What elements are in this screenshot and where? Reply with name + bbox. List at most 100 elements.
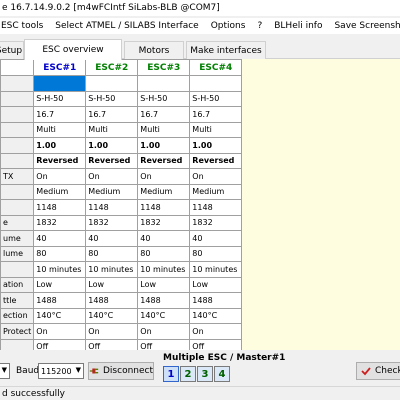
esc2-cell[interactable]: On [85, 168, 139, 185]
row-label: ume [0, 230, 35, 247]
esc2-cell[interactable]: Medium [85, 183, 139, 200]
esc1-cell[interactable]: Multi [33, 121, 87, 138]
esc1-cell[interactable]: On [33, 168, 87, 185]
esc3-cell[interactable]: Reversed [137, 152, 191, 169]
esc3-cell[interactable]: 140°C [137, 307, 191, 324]
esc2-cell[interactable]: On [85, 323, 139, 340]
esc4-cell[interactable]: 1.00 [189, 137, 243, 154]
esc2-cell[interactable]: Low [85, 276, 139, 293]
esc3-cell[interactable]: 1.00 [137, 137, 191, 154]
esc1-cell[interactable]: 1148 [33, 199, 87, 216]
tab-esc-overview[interactable]: ESC overview [24, 39, 122, 60]
menu-save-screenshot[interactable]: Save Screenshot [328, 21, 400, 31]
esc3-cell[interactable]: 40 [137, 230, 191, 247]
row-label: e [0, 214, 35, 231]
esc3-cell[interactable]: 80 [137, 245, 191, 262]
esc2-cell[interactable]: 1.00 [85, 137, 139, 154]
esc1-cell[interactable]: 40 [33, 230, 87, 247]
menu-options[interactable]: Options [205, 21, 252, 31]
esc4-cell[interactable]: 16.7 [189, 106, 243, 123]
esc4-cell[interactable]: On [189, 323, 243, 340]
esc4-cell[interactable]: 10 minutes [189, 261, 243, 278]
chevron-down-icon: ▼ [75, 366, 81, 374]
esc1-cell[interactable]: Medium [33, 183, 87, 200]
esc2-cell[interactable]: 1832 [85, 214, 139, 231]
esc3-cell[interactable]: On [137, 168, 191, 185]
esc3-cell[interactable]: 1148 [137, 199, 191, 216]
esc4-cell[interactable]: 140°C [189, 307, 243, 324]
esc3-cell[interactable]: 1488 [137, 292, 191, 309]
esc2-cell[interactable]: 1148 [85, 199, 139, 216]
esc-select-button-3[interactable]: 3 [197, 366, 213, 382]
esc1-cell[interactable]: Low [33, 276, 87, 293]
row-label: TX [0, 168, 35, 185]
esc4-cell[interactable]: On [189, 168, 243, 185]
port-combo[interactable]: ▼ [0, 363, 10, 379]
esc2-cell[interactable]: S-H-50 [85, 90, 139, 107]
menu-select-interface[interactable]: Select ATMEL / SILABS Interface [49, 21, 204, 31]
row-label [0, 199, 35, 216]
esc3-header-label: ESC#3 [147, 62, 181, 73]
esc1-cell[interactable]: Reversed [33, 152, 87, 169]
esc1-cell[interactable]: 1488 [33, 292, 87, 309]
esc4-cell[interactable]: 80 [189, 245, 243, 262]
esc4-cell[interactable]: Medium [189, 183, 243, 200]
esc1-header[interactable]: ESC#1 [33, 59, 87, 76]
tab-setup[interactable]: Setup [0, 41, 24, 59]
esc-select-button-2[interactable]: 2 [180, 366, 196, 382]
esc3-cell[interactable]: On [137, 323, 191, 340]
tab-motors[interactable]: Motors [124, 41, 184, 59]
esc4-cell[interactable]: 1488 [189, 292, 243, 309]
esc1-cell[interactable]: 1832 [33, 214, 87, 231]
esc1-cell[interactable]: 1.00 [33, 137, 87, 154]
esc3-cell[interactable]: 16.7 [137, 106, 191, 123]
esc3-cell[interactable]: S-H-50 [137, 90, 191, 107]
esc4-cell[interactable]: Reversed [189, 152, 243, 169]
esc3-cell[interactable]: 1832 [137, 214, 191, 231]
esc2-cell[interactable]: 1488 [85, 292, 139, 309]
menu-help[interactable]: ? [251, 21, 268, 31]
table-row: 1.00 1.00 1.00 1.00 [0, 137, 243, 154]
esc3-header[interactable]: ESC#3 [137, 59, 191, 76]
esc1-cell[interactable]: On [33, 323, 87, 340]
disconnect-button[interactable]: Disconnect [88, 362, 154, 380]
esc2-cell[interactable]: 80 [85, 245, 139, 262]
esc-select-button-4[interactable]: 4 [214, 366, 230, 382]
esc1-cell[interactable]: 140°C [33, 307, 87, 324]
esc4-cell[interactable]: 1148 [189, 199, 243, 216]
esc3-cell[interactable]: Multi [137, 121, 191, 138]
esc2-cell[interactable]: Reversed [85, 152, 139, 169]
table-row: Reversed Reversed Reversed Reversed [0, 152, 243, 169]
esc4-cell[interactable]: 1832 [189, 214, 243, 231]
tab-make-interfaces[interactable]: Make interfaces [186, 41, 266, 59]
esc4-header[interactable]: ESC#4 [189, 59, 243, 76]
menu-esc-tools[interactable]: ESC tools [0, 21, 49, 31]
esc4-cell[interactable]: S-H-50 [189, 90, 243, 107]
esc1-cell[interactable]: 10 minutes [33, 261, 87, 278]
check-button[interactable]: Check [356, 362, 400, 380]
esc2-cell[interactable]: 16.7 [85, 106, 139, 123]
esc1-cell[interactable]: 80 [33, 245, 87, 262]
esc2-cell[interactable]: Multi [85, 121, 139, 138]
esc3-cell[interactable]: 10 minutes [137, 261, 191, 278]
esc2-header[interactable]: ESC#2 [85, 59, 139, 76]
esc1-cell[interactable] [33, 75, 87, 92]
esc4-cell[interactable]: Low [189, 276, 243, 293]
esc1-cell[interactable]: 16.7 [33, 106, 87, 123]
esc3-cell[interactable] [137, 75, 191, 92]
row-label [0, 75, 35, 92]
esc2-cell[interactable]: 40 [85, 230, 139, 247]
esc1-cell[interactable]: S-H-50 [33, 90, 87, 107]
esc2-cell[interactable]: 10 minutes [85, 261, 139, 278]
baud-combo[interactable]: 115200 ▼ [38, 363, 84, 379]
esc4-cell[interactable]: Multi [189, 121, 243, 138]
esc3-cell[interactable]: Low [137, 276, 191, 293]
menu-blheli-info[interactable]: BLHeli info [268, 21, 328, 31]
esc2-cell[interactable]: 140°C [85, 307, 139, 324]
esc2-cell[interactable] [85, 75, 139, 92]
esc-select-button-1[interactable]: 1 [163, 366, 179, 382]
esc4-cell[interactable] [189, 75, 243, 92]
esc3-cell[interactable]: Medium [137, 183, 191, 200]
tab-make-interfaces-label: Make interfaces [190, 45, 262, 56]
esc4-cell[interactable]: 40 [189, 230, 243, 247]
